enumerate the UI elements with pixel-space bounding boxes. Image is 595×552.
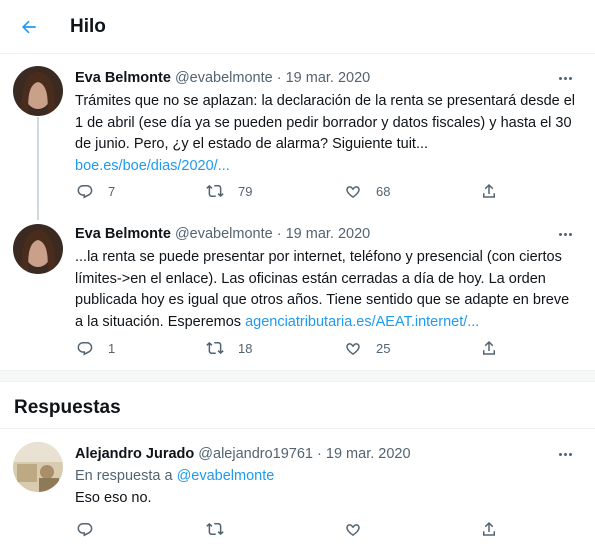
tweet-header: Eva Belmonte @evabelmonte · 19 mar. 2020	[75, 70, 370, 86]
retweet-icon	[206, 522, 224, 536]
tweet-date[interactable]: 19 mar. 2020	[286, 70, 371, 86]
like-button[interactable]: 68	[344, 180, 390, 202]
reply-button[interactable]: 7	[76, 180, 115, 202]
more-options-button[interactable]	[553, 224, 577, 244]
tweet-header: Alejandro Jurado @alejandro19761 · 19 ma…	[75, 446, 411, 462]
heart-icon	[346, 343, 360, 355]
share-button[interactable]	[480, 180, 498, 202]
author-name[interactable]: Eva Belmonte	[75, 70, 171, 86]
reply-count: 7	[108, 183, 116, 199]
retweet-button[interactable]: 79	[206, 180, 252, 202]
back-button[interactable]	[14, 12, 44, 42]
separator-dot: ·	[276, 70, 282, 86]
tweet-actions: 1 18 25	[68, 337, 508, 359]
tweet-actions: 7 79 68	[68, 180, 508, 202]
header: Hilo	[0, 0, 595, 54]
heart-icon	[346, 524, 360, 536]
author-handle[interactable]: @evabelmonte	[175, 226, 273, 242]
retweet-count: 18	[238, 340, 253, 356]
more-dots-icon	[558, 452, 562, 456]
share-icon	[483, 521, 495, 536]
tweet-text: Eso eso no.	[75, 490, 152, 506]
tweet-actions	[68, 518, 508, 540]
in-reply-label: En respuesta a	[75, 468, 173, 484]
tweet-link[interactable]: agenciatributaria.es/AEAT.internet/...	[245, 314, 479, 330]
reply-context: En respuesta a @evabelmonte	[75, 466, 585, 488]
retweet-button[interactable]: 18	[206, 337, 252, 359]
more-dots-icon	[558, 76, 562, 80]
reply-tweet[interactable]: Alejandro Jurado @alejandro19761 · 19 ma…	[0, 446, 595, 546]
author-handle[interactable]: @evabelmonte	[175, 70, 273, 86]
divider	[0, 428, 595, 429]
reply-icon	[77, 523, 93, 537]
retweet-icon	[206, 341, 224, 355]
tweet-text: ...la renta se puede presentar por inter…	[75, 249, 570, 330]
in-reply-handle[interactable]: @evabelmonte	[177, 468, 275, 484]
reply-button[interactable]	[76, 518, 94, 540]
section-divider	[0, 370, 595, 382]
like-count: 25	[376, 340, 391, 356]
separator-dot: ·	[317, 446, 322, 462]
more-dots-icon	[558, 232, 562, 236]
like-count: 68	[376, 183, 391, 199]
tweet[interactable]: Eva Belmonte @evabelmonte · 19 mar. 2020…	[0, 70, 595, 210]
heart-icon	[346, 186, 360, 198]
tweet-link[interactable]: boe.es/boe/dias/2020/...	[75, 158, 230, 174]
reply-button[interactable]: 1	[76, 337, 115, 359]
page-title: Hilo	[70, 16, 106, 37]
more-options-button[interactable]	[553, 68, 577, 88]
replies-heading: Respuestas	[14, 397, 121, 418]
tweet-date[interactable]: 19 mar. 2020	[286, 226, 371, 242]
author-name[interactable]: Eva Belmonte	[75, 226, 171, 242]
tweet-date[interactable]: 19 mar. 2020	[326, 446, 411, 462]
arrow-left-icon	[22, 20, 36, 34]
tweet-header: Eva Belmonte @evabelmonte · 19 mar. 2020	[75, 226, 370, 242]
author-handle[interactable]: @alejandro19761	[198, 446, 313, 462]
like-button[interactable]	[344, 518, 362, 540]
retweet-count: 79	[238, 183, 253, 199]
share-button[interactable]	[480, 518, 498, 540]
like-button[interactable]: 25	[344, 337, 390, 359]
reply-icon	[77, 342, 93, 356]
reply-count: 1	[108, 340, 116, 356]
tweet-text: Trámites que no se aplazan: la declaraci…	[75, 93, 576, 174]
retweet-icon	[206, 184, 224, 198]
author-name[interactable]: Alejandro Jurado	[75, 446, 194, 462]
retweet-button[interactable]	[206, 518, 224, 540]
more-options-button[interactable]	[553, 444, 577, 464]
share-icon	[483, 340, 495, 355]
reply-icon	[77, 185, 93, 199]
tweet[interactable]: Eva Belmonte @evabelmonte · 19 mar. 2020…	[0, 226, 595, 366]
share-icon	[483, 183, 495, 198]
share-button[interactable]	[480, 337, 498, 359]
separator-dot: ·	[276, 226, 282, 242]
